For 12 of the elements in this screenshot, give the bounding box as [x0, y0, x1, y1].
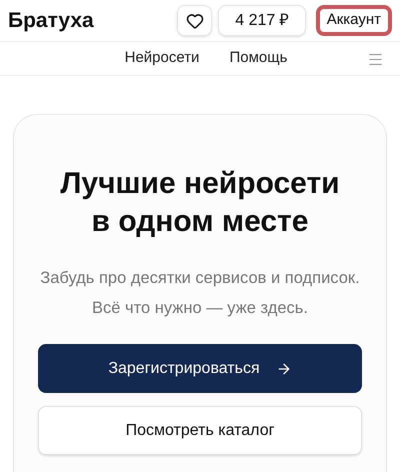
register-button[interactable]: Зарегистрироваться [38, 344, 362, 393]
account-button[interactable]: Аккаунт [316, 5, 392, 36]
nav-link[interactable]: Помощь [229, 47, 288, 70]
favorites-button[interactable] [177, 5, 212, 36]
hero-subtitle: Забудь про десятки сервисов и подписок. Всё что нужно — уже здесь. [39, 268, 361, 319]
catalog-button[interactable]: Посмотреть каталог [38, 406, 362, 455]
hero-title: Лучшие нейросети в одном месте [60, 166, 340, 240]
balance-button[interactable]: 4 217 ₽ [218, 5, 306, 36]
nav-link[interactable]: Нейросети [124, 47, 200, 70]
brand-name: Братуха [8, 8, 94, 34]
heart-icon [186, 12, 204, 30]
menu-icon[interactable] [367, 51, 384, 68]
